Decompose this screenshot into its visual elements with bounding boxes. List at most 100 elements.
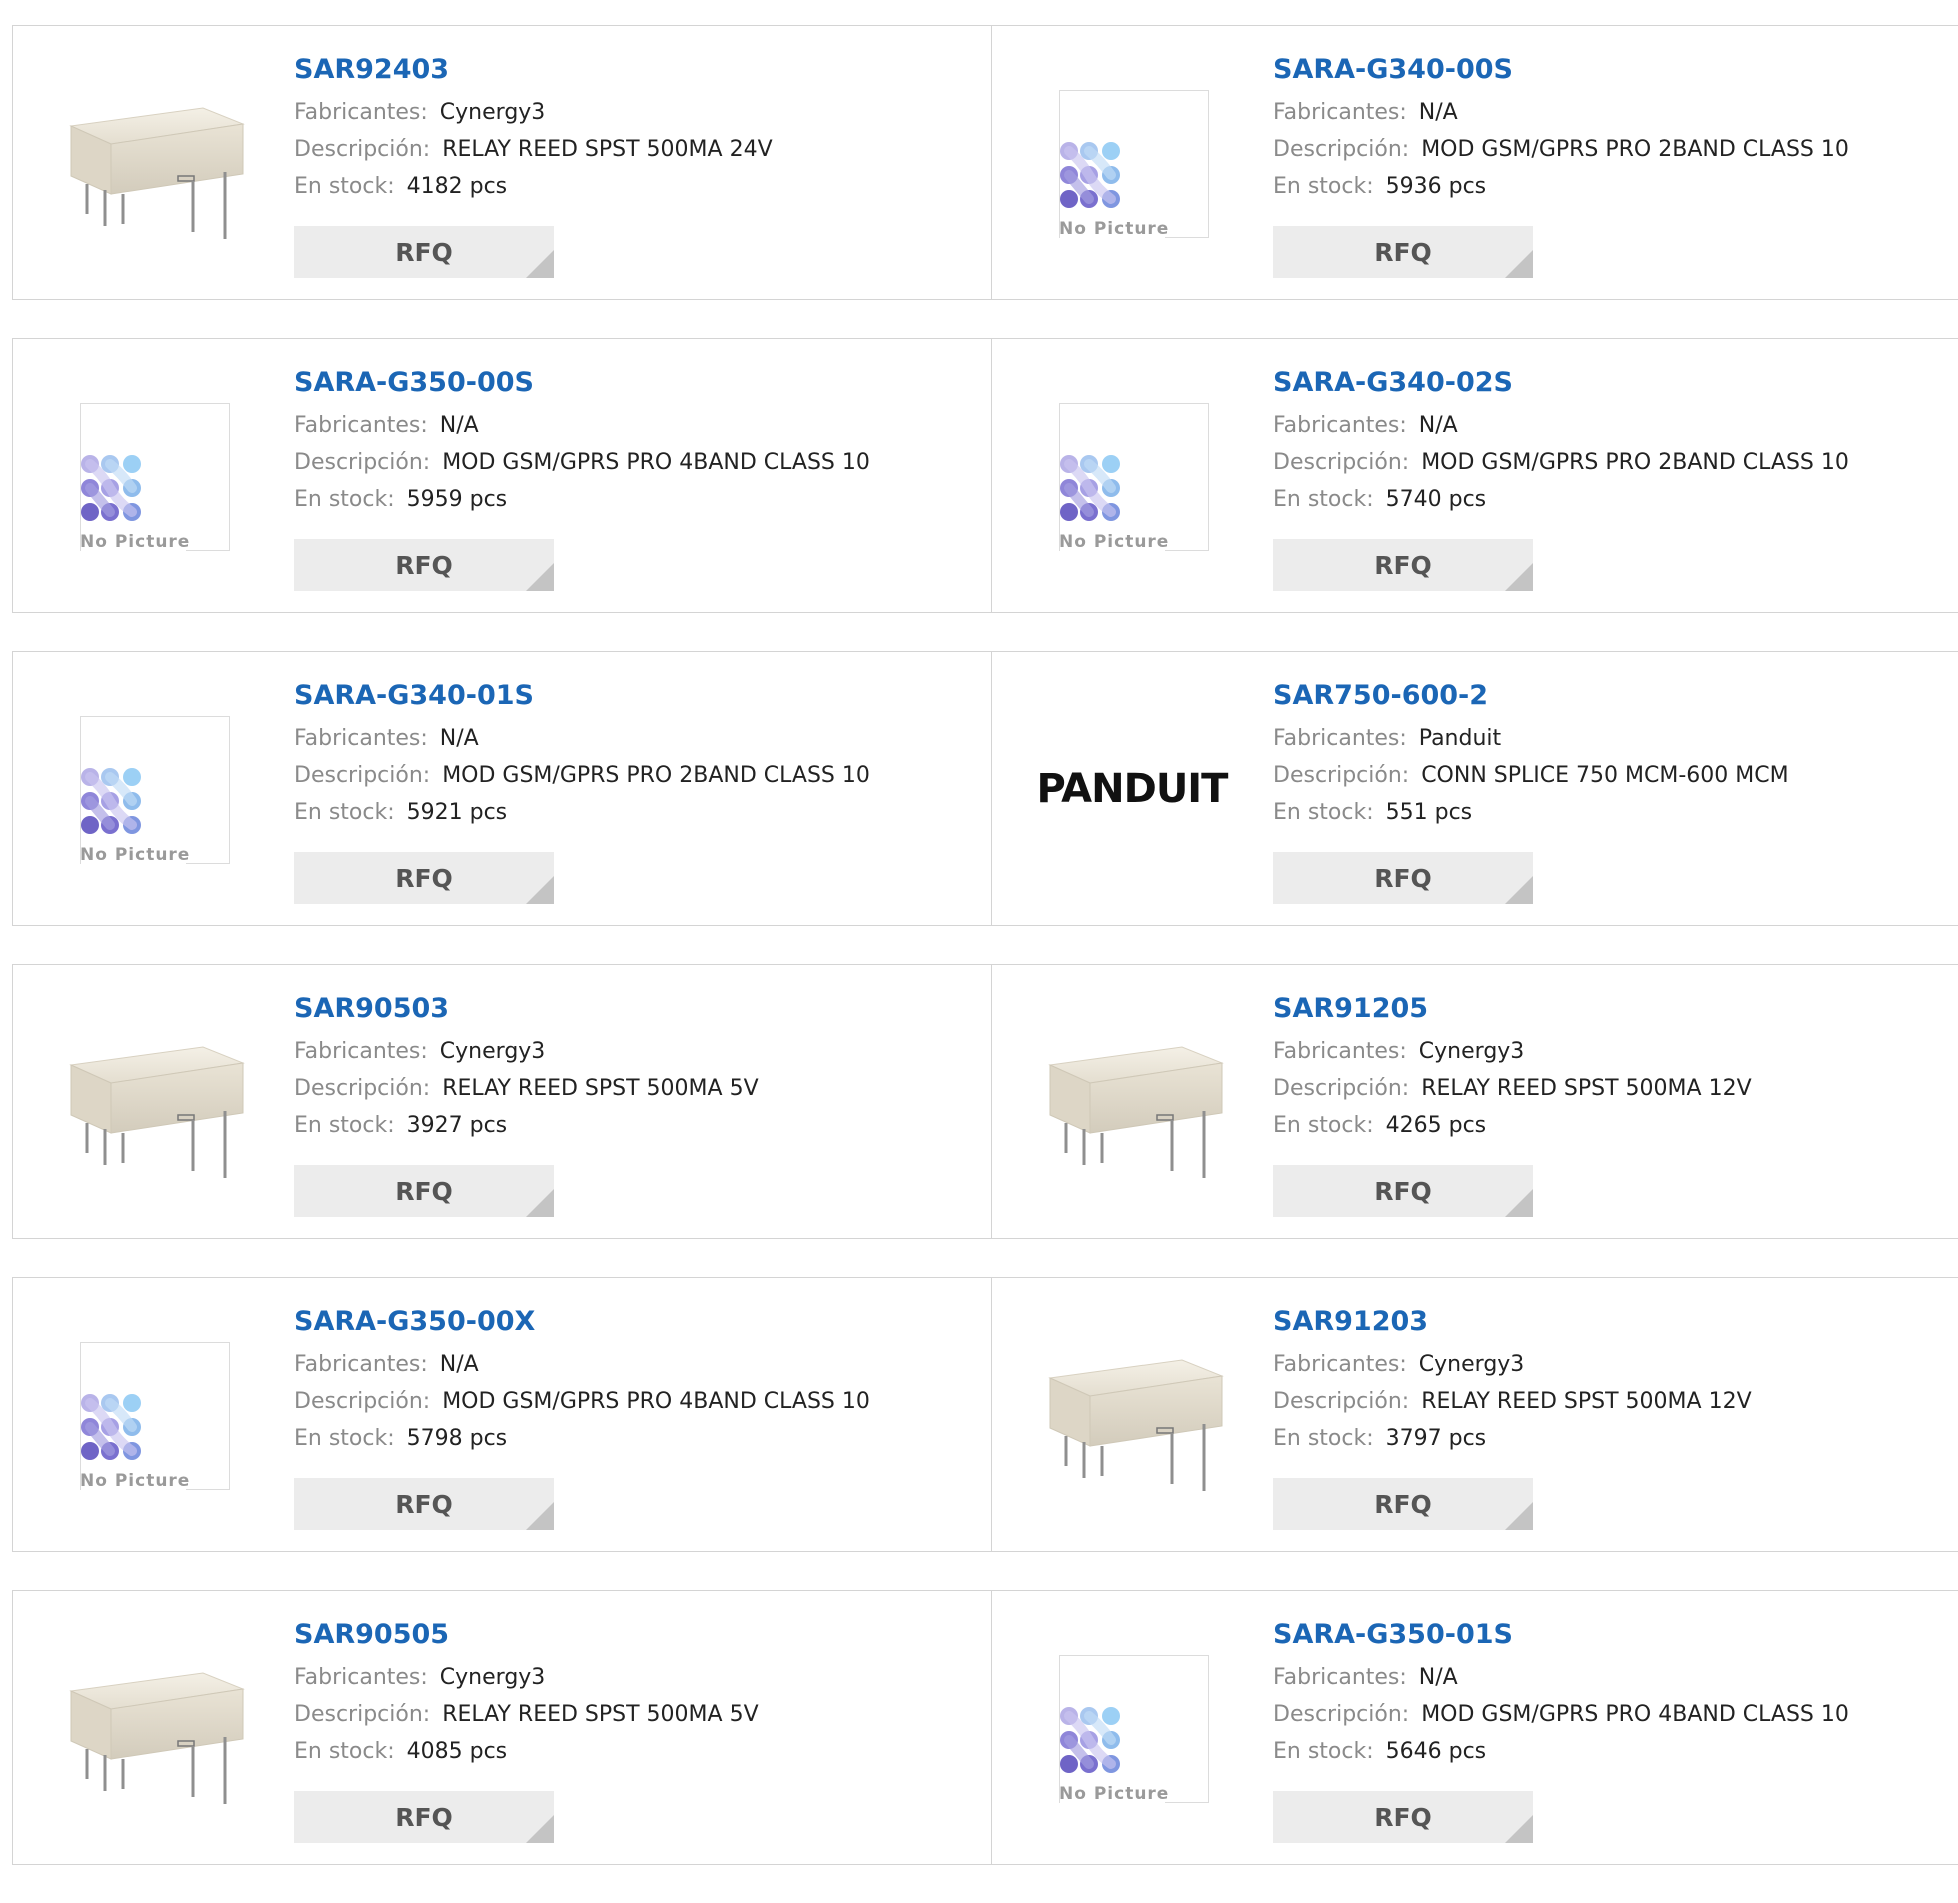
no-picture-label: No Picture: [80, 1471, 191, 1491]
rfq-button[interactable]: RFQ: [294, 539, 554, 591]
description-field: Descripción: MOD GSM/GPRS PRO 4BAND CLASS…: [294, 444, 870, 481]
rfq-corner-decoration: [1505, 876, 1533, 904]
part-number-link[interactable]: SARA-G340-01S: [294, 678, 870, 714]
rfq-button[interactable]: RFQ: [1273, 1478, 1533, 1530]
manufacturer-field-label: Fabricantes:: [294, 1039, 428, 1064]
stock-field: En stock: 4085 pcs: [294, 1733, 759, 1770]
product-image-relay[interactable]: [53, 64, 253, 264]
description-field-label: Descripción:: [1273, 1076, 1410, 1101]
part-number-link[interactable]: SARA-G350-00S: [294, 365, 870, 401]
product-card: SAR91203 Fabricantes: Cynergy3 Descripción:…: [991, 1277, 1958, 1552]
manufacturer-logo[interactable]: PANDUIT: [1032, 690, 1232, 890]
description-field: Descripción: MOD GSM/GPRS PRO 4BAND CLASS…: [1273, 1696, 1849, 1733]
product-image-relay[interactable]: [53, 1629, 253, 1829]
part-number-link[interactable]: SARA-G340-00S: [1273, 52, 1849, 88]
product-image-relay[interactable]: [1032, 1316, 1232, 1516]
no-picture-label: No Picture: [1059, 219, 1170, 239]
stock-field-value: 4085 pcs: [406, 1739, 508, 1764]
description-field: Descripción: MOD GSM/GPRS PRO 2BAND CLASS…: [294, 757, 870, 794]
product-info: SAR90503 Fabricantes: Cynergy3 Descripción:…: [294, 991, 759, 1144]
product-info: SAR91203 Fabricantes: Cynergy3 Descripción:…: [1273, 1304, 1752, 1457]
description-field-label: Descripción:: [294, 1389, 431, 1414]
manufacturer-field: Fabricantes: Cynergy3: [1273, 1033, 1752, 1070]
manufacturer-field-value: N/A: [1418, 413, 1458, 438]
stock-field-value: 5959 pcs: [406, 487, 508, 512]
rfq-button[interactable]: RFQ: [294, 1791, 554, 1843]
manufacturer-field-label: Fabricantes:: [294, 413, 428, 438]
stock-field: En stock: 551 pcs: [1273, 794, 1789, 831]
product-card: No Picture SARA-G350-01S Fabricantes: N/A De…: [991, 1590, 1958, 1865]
rfq-button[interactable]: RFQ: [294, 852, 554, 904]
manufacturer-field-label: Fabricantes:: [294, 726, 428, 751]
rfq-button-label: RFQ: [1374, 1803, 1432, 1832]
product-image-relay[interactable]: [1032, 1003, 1232, 1203]
part-number-link[interactable]: SAR91205: [1273, 991, 1752, 1027]
product-row: No Picture SARA-G350-00X Fabricantes: N/A De…: [12, 1277, 1958, 1552]
description-field-value: MOD GSM/GPRS PRO 4BAND CLASS 10: [442, 1389, 870, 1414]
manufacturer-field-value: N/A: [439, 1352, 479, 1377]
rfq-button[interactable]: RFQ: [1273, 1165, 1533, 1217]
stock-field-value: 5646 pcs: [1385, 1739, 1487, 1764]
manufacturer-field-label: Fabricantes:: [294, 1352, 428, 1377]
description-field-label: Descripción:: [1273, 450, 1410, 475]
rfq-corner-decoration: [526, 563, 554, 591]
stock-field-value: 4265 pcs: [1385, 1113, 1487, 1138]
product-info: SAR90505 Fabricantes: Cynergy3 Descripción:…: [294, 1617, 759, 1770]
stock-field-label: En stock:: [294, 174, 395, 199]
description-field-label: Descripción:: [1273, 1702, 1410, 1727]
part-number-link[interactable]: SAR90503: [294, 991, 759, 1027]
no-picture-label: No Picture: [1059, 532, 1170, 552]
part-number-link[interactable]: SAR750-600-2: [1273, 678, 1789, 714]
stock-field: En stock: 3927 pcs: [294, 1107, 759, 1144]
product-image-relay[interactable]: [53, 1003, 253, 1203]
rfq-button[interactable]: RFQ: [294, 226, 554, 278]
rfq-button[interactable]: RFQ: [1273, 1791, 1533, 1843]
stock-field: En stock: 5740 pcs: [1273, 481, 1849, 518]
rfq-button-label: RFQ: [1374, 1490, 1432, 1519]
description-field-label: Descripción:: [294, 1076, 431, 1101]
part-number-link[interactable]: SARA-G340-02S: [1273, 365, 1849, 401]
stock-field-value: 4182 pcs: [406, 174, 508, 199]
description-field: Descripción: MOD GSM/GPRS PRO 2BAND CLASS…: [1273, 131, 1849, 168]
description-field-value: RELAY REED SPST 500MA 24V: [442, 137, 773, 162]
stock-field: En stock: 5646 pcs: [1273, 1733, 1849, 1770]
stock-field-value: 551 pcs: [1385, 800, 1473, 825]
product-info: SARA-G340-01S Fabricantes: N/A Descripción:…: [294, 678, 870, 831]
manufacturer-field-label: Fabricantes:: [294, 1665, 428, 1690]
rfq-button[interactable]: RFQ: [294, 1165, 554, 1217]
manufacturer-field: Fabricantes: N/A: [1273, 1659, 1849, 1696]
part-number-link[interactable]: SAR92403: [294, 52, 773, 88]
manufacturer-field: Fabricantes: N/A: [1273, 94, 1849, 131]
manufacturer-field-value: Cynergy3: [439, 100, 546, 125]
rfq-button[interactable]: RFQ: [294, 1478, 554, 1530]
description-field: Descripción: MOD GSM/GPRS PRO 4BAND CLASS…: [294, 1383, 870, 1420]
product-grid: SAR92403 Fabricantes: Cynergy3 Descripción:…: [12, 25, 1958, 1903]
part-number-link[interactable]: SARA-G350-00X: [294, 1304, 870, 1340]
manufacturer-field-value: N/A: [1418, 1665, 1458, 1690]
product-card: SAR90503 Fabricantes: Cynergy3 Descripción:…: [12, 964, 992, 1239]
product-row: SAR90505 Fabricantes: Cynergy3 Descripción:…: [12, 1590, 1958, 1865]
rfq-button[interactable]: RFQ: [1273, 539, 1533, 591]
part-number-link[interactable]: SARA-G350-01S: [1273, 1617, 1849, 1653]
stock-field-label: En stock:: [294, 800, 395, 825]
product-row: No Picture SARA-G340-01S Fabricantes: N/A De…: [12, 651, 1958, 926]
manufacturer-field: Fabricantes: Cynergy3: [294, 1033, 759, 1070]
product-info: SARA-G350-00S Fabricantes: N/A Descripción:…: [294, 365, 870, 518]
product-card: No Picture SARA-G350-00S Fabricantes: N/A De…: [12, 338, 992, 613]
rfq-corner-decoration: [526, 250, 554, 278]
product-row: No Picture SARA-G350-00S Fabricantes: N/A De…: [12, 338, 1958, 613]
description-field-value: RELAY REED SPST 500MA 5V: [442, 1702, 759, 1727]
no-picture-placeholder: No Picture: [1059, 1655, 1209, 1804]
product-card: SAR92403 Fabricantes: Cynergy3 Descripción:…: [12, 25, 992, 300]
rfq-corner-decoration: [1505, 1502, 1533, 1530]
rfq-button[interactable]: RFQ: [1273, 852, 1533, 904]
part-number-link[interactable]: SAR90505: [294, 1617, 759, 1653]
product-info: SAR91205 Fabricantes: Cynergy3 Descripción:…: [1273, 991, 1752, 1144]
no-picture-placeholder: No Picture: [1059, 403, 1209, 552]
no-picture-placeholder: No Picture: [80, 403, 230, 552]
product-info: SARA-G340-02S Fabricantes: N/A Descripción:…: [1273, 365, 1849, 518]
rfq-button[interactable]: RFQ: [1273, 226, 1533, 278]
part-number-link[interactable]: SAR91203: [1273, 1304, 1752, 1340]
stock-field-label: En stock:: [294, 1426, 395, 1451]
description-field-value: RELAY REED SPST 500MA 5V: [442, 1076, 759, 1101]
